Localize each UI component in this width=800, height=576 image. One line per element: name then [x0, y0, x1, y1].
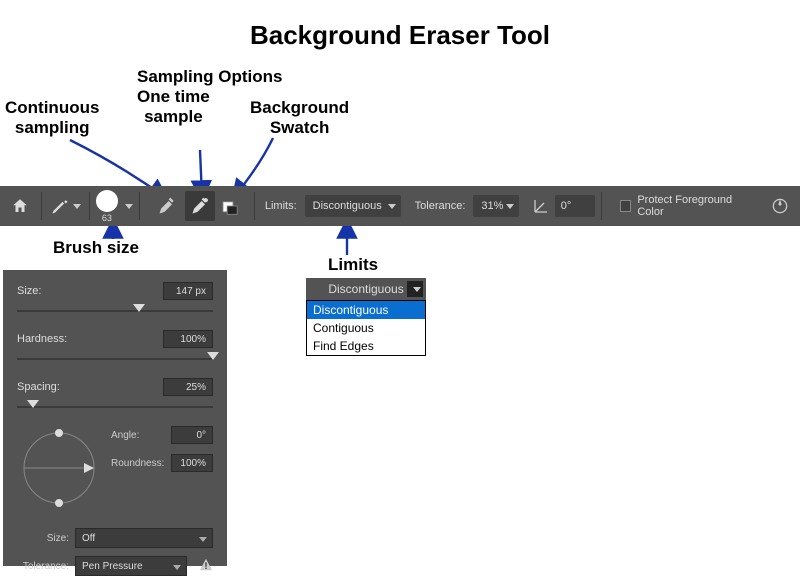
tolerance-mode-select[interactable]: Pen Pressure [75, 556, 187, 576]
limits-option[interactable]: Contiguous [307, 319, 425, 337]
annotation-brush-size: Brush size [53, 238, 139, 258]
limits-option[interactable]: Discontiguous [307, 301, 425, 319]
separator [139, 192, 140, 220]
hardness-input[interactable]: 100% [163, 330, 213, 348]
chevron-down-icon [73, 204, 81, 209]
brush-preview-button[interactable]: 63 [96, 190, 133, 223]
home-button[interactable] [6, 191, 35, 221]
spacing-slider[interactable] [17, 398, 213, 416]
limits-option[interactable]: Find Edges [307, 337, 425, 355]
size-mode-select[interactable]: Off [75, 528, 213, 548]
size-input[interactable]: 147 px [163, 282, 213, 300]
size-slider[interactable] [17, 302, 213, 320]
options-toolbar: 63 Limits: Discontiguous Tolerance: 31% … [0, 186, 800, 226]
hardness-slider[interactable] [17, 350, 213, 368]
angle-input[interactable]: 0° [555, 195, 595, 217]
brush-angle-preview[interactable] [17, 426, 101, 510]
angle-label: Angle: [111, 430, 139, 441]
annotation-continuous-sampling: Continuous sampling [5, 98, 99, 137]
roundness-input[interactable]: 100% [171, 454, 213, 472]
warning-icon [199, 558, 213, 575]
separator [89, 192, 90, 220]
tolerance-label: Tolerance: [415, 200, 466, 212]
limits-dropdown: Discontiguous Discontiguous Contiguous F… [306, 278, 426, 356]
chevron-down-icon [413, 287, 421, 292]
protect-foreground-checkbox[interactable]: Protect Foreground Color [620, 194, 757, 218]
roundness-label: Roundness: [111, 458, 164, 469]
brush-options-panel: Size: 147 px Hardness: 100% Spacing: 25% [3, 270, 227, 566]
limits-dropdown-selected[interactable]: Discontiguous [306, 278, 426, 300]
separator [254, 192, 255, 220]
separator [601, 192, 602, 220]
separator [41, 192, 42, 220]
brush-size-number: 63 [102, 213, 112, 223]
angle-icon [531, 191, 550, 221]
annotation-one-time-sample: One time sample [137, 87, 210, 126]
annotation-background-swatch: Background Swatch [250, 98, 349, 137]
checkbox-icon [620, 200, 632, 212]
size-label: Size: [17, 285, 41, 297]
sampling-background-swatch-button[interactable] [218, 191, 248, 221]
limits-select[interactable]: Discontiguous [305, 195, 401, 217]
sampling-continuous-button[interactable] [152, 191, 182, 221]
size-mode-label: Size: [17, 533, 69, 544]
chevron-down-icon [388, 204, 396, 209]
protect-foreground-label: Protect Foreground Color [637, 194, 757, 218]
chevron-down-icon [125, 204, 133, 209]
annotation-sampling-options: Sampling Options [137, 67, 282, 87]
tolerance-value: 31% [481, 200, 503, 212]
angle-input[interactable]: 0° [171, 426, 213, 444]
spacing-input[interactable]: 25% [163, 378, 213, 396]
limits-value: Discontiguous [313, 200, 382, 212]
page-title: Background Eraser Tool [0, 20, 800, 51]
sampling-once-button[interactable] [185, 191, 215, 221]
spacing-label: Spacing: [17, 381, 60, 393]
limits-dropdown-list: Discontiguous Contiguous Find Edges [306, 300, 426, 356]
chevron-down-icon [199, 537, 207, 542]
pressure-toggle-button[interactable] [765, 191, 794, 221]
tolerance-mode-label: Tolerance: [17, 561, 69, 572]
chevron-down-icon [173, 565, 181, 570]
tool-icon-button[interactable] [48, 191, 83, 221]
brush-circle-icon [96, 190, 118, 212]
chevron-down-icon [506, 204, 514, 209]
hardness-label: Hardness: [17, 333, 67, 345]
tolerance-select[interactable]: 31% [473, 195, 519, 217]
limits-label: Limits: [265, 200, 297, 212]
annotation-limits: Limits [328, 255, 378, 275]
